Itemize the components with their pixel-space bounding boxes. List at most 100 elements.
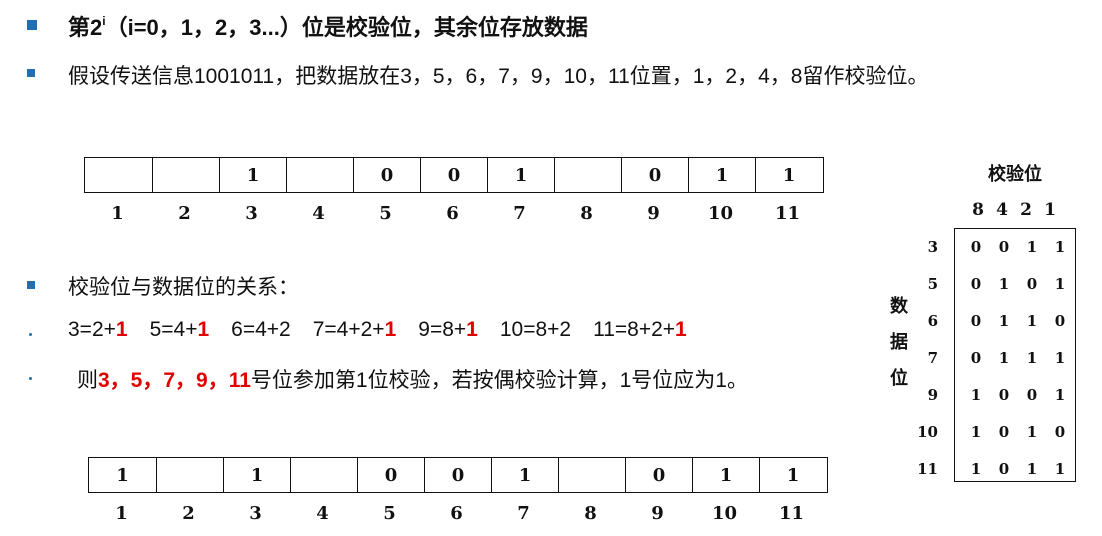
top-register: 1001011 [84, 157, 824, 193]
side-label-char: 位 [890, 368, 908, 388]
row-bit: 1 [970, 422, 982, 441]
register-cell: 0 [357, 458, 424, 492]
row-bit: 0 [970, 348, 982, 367]
register-position-label: 2 [182, 503, 195, 524]
row-bit: 0 [970, 274, 982, 293]
register-cell: 1 [116, 464, 129, 486]
register-cell: 0 [353, 158, 420, 192]
register-cell [558, 458, 625, 492]
conclusion-highlight: 3，5，7，9，11 [98, 369, 251, 392]
bullet-dot [29, 333, 32, 336]
conclusion-suffix: 号位参加第1位校验，若按偶校验计算，1号位应为1。 [250, 369, 748, 392]
relation-highlight: 1 [115, 318, 128, 341]
relation-expression: 9=8+ [418, 318, 467, 341]
column-header: 2 [1020, 200, 1032, 220]
register-cell: 1 [219, 158, 286, 192]
relation-expression: 6=4+2 [231, 318, 291, 341]
check-table-column-headers: 8421 [966, 200, 1062, 220]
register-position-label: 7 [513, 203, 526, 224]
top-register-positions: 1 2 3 4 5 6 7 8 9 10 11 [84, 203, 821, 224]
row-bit: 0 [1054, 311, 1066, 330]
register-position-label: 6 [446, 203, 459, 224]
heading-prefix: 第2 [68, 15, 103, 40]
column-header: 4 [996, 200, 1008, 220]
row-label: 9 [927, 385, 938, 404]
relation-item: 10=8+2 [500, 318, 571, 341]
relation-item: 6=4+2 [231, 318, 291, 341]
register-cell: 0 [420, 158, 487, 192]
check-table-row: 50101 [912, 265, 1074, 302]
register-position-label: 8 [580, 203, 593, 224]
row-bit: 1 [998, 311, 1010, 330]
relation-highlight: 1 [466, 318, 478, 341]
row-bit: 1 [1054, 274, 1066, 293]
register-cell [85, 158, 152, 192]
row-label: 3 [927, 237, 938, 256]
register-cell: 0 [621, 158, 688, 192]
relation-expression: 10=8+2 [499, 318, 572, 341]
row-bit: 1 [1054, 348, 1066, 367]
row-bit: 0 [970, 311, 982, 330]
register-position-label: 5 [383, 503, 396, 524]
register-position-label: 6 [450, 503, 463, 524]
row-bit: 0 [1054, 422, 1066, 441]
check-table-row: 60110 [912, 302, 1074, 339]
relations-line: 3=2+1 5=4+1 6=4+2 7=4+2+1 9=8+1 10=8+2 11=8+2+… [68, 318, 709, 342]
register-cell: 1 [755, 158, 822, 192]
row-bit: 1 [970, 459, 982, 478]
row-bit: 1 [1054, 459, 1066, 478]
register-cell: 1 [688, 158, 755, 192]
bullet-square [27, 69, 35, 77]
register-cell: 1 [487, 158, 554, 192]
relation-title: 校验位与数据位的关系： [68, 276, 299, 299]
register-position-label: 10 [711, 503, 738, 524]
register-cell: 1 [491, 458, 558, 492]
check-table-title: 校验位 [988, 164, 1042, 185]
conclusion-text: 则3，5，7，9，11号位参加第1位校验，若按偶校验计算，1号位应为1。 [77, 364, 748, 394]
slide-heading: 第2i（i=0，1，2，3...）位是校验位，其余位存放数据 [68, 10, 588, 42]
register-position-label: 4 [312, 203, 325, 224]
row-bit: 1 [1054, 237, 1066, 256]
bullet-dot [29, 377, 32, 380]
row-bit: 0 [998, 385, 1010, 404]
relation-item: 5=4+1 [150, 318, 210, 341]
row-bit: 1 [970, 385, 982, 404]
register-cell: 0 [424, 458, 491, 492]
row-bit: 1 [998, 348, 1010, 367]
row-bit: 1 [1026, 237, 1038, 256]
row-bit: 1 [1026, 422, 1038, 441]
relation-item: 3=2+1 [68, 318, 128, 341]
heading-suffix: （i=0，1，2，3...）位是校验位，其余位存放数据 [105, 15, 588, 40]
bottom-register-positions: 1 2 3 4 5 6 7 8 9 10 11 [88, 503, 825, 524]
relation-expression: 5=4+ [149, 318, 198, 341]
row-bit: 0 [970, 237, 982, 256]
row-bit: 1 [1026, 311, 1038, 330]
register-position-label: 2 [178, 203, 191, 224]
check-table-row: 91001 [912, 376, 1074, 413]
row-bit: 1 [1026, 348, 1038, 367]
register-position-label: 11 [778, 503, 805, 524]
relation-highlight: 1 [675, 318, 687, 341]
check-table-row: 10 1 0 1 0 [912, 413, 1074, 450]
row-label: 11 [917, 459, 938, 478]
relation-expression: 7=4+2+ [312, 318, 385, 341]
register-cell: 1 [223, 458, 290, 492]
register-position-label: 8 [584, 503, 597, 524]
register-cell: 1 [759, 458, 826, 492]
column-header: 1 [1044, 200, 1056, 220]
register-cell [286, 158, 353, 192]
row-label: 10 [917, 422, 938, 441]
relation-item: 11=8+2+1 [593, 318, 687, 341]
bullet-square [27, 281, 35, 289]
check-table-row: 11 1 0 1 1 [912, 450, 1074, 487]
row-bit: 1 [1054, 385, 1066, 404]
row-bit: 1 [1026, 459, 1038, 478]
relation-item: 9=8+1 [418, 318, 478, 341]
row-bit: 0 [998, 459, 1010, 478]
register-cell: 1 [692, 458, 759, 492]
row-label: 7 [927, 348, 938, 367]
side-label-char: 数 [890, 296, 908, 316]
register-position-label: 9 [647, 203, 660, 224]
register-position-label: 9 [651, 503, 664, 524]
register-position-label: 5 [379, 203, 392, 224]
